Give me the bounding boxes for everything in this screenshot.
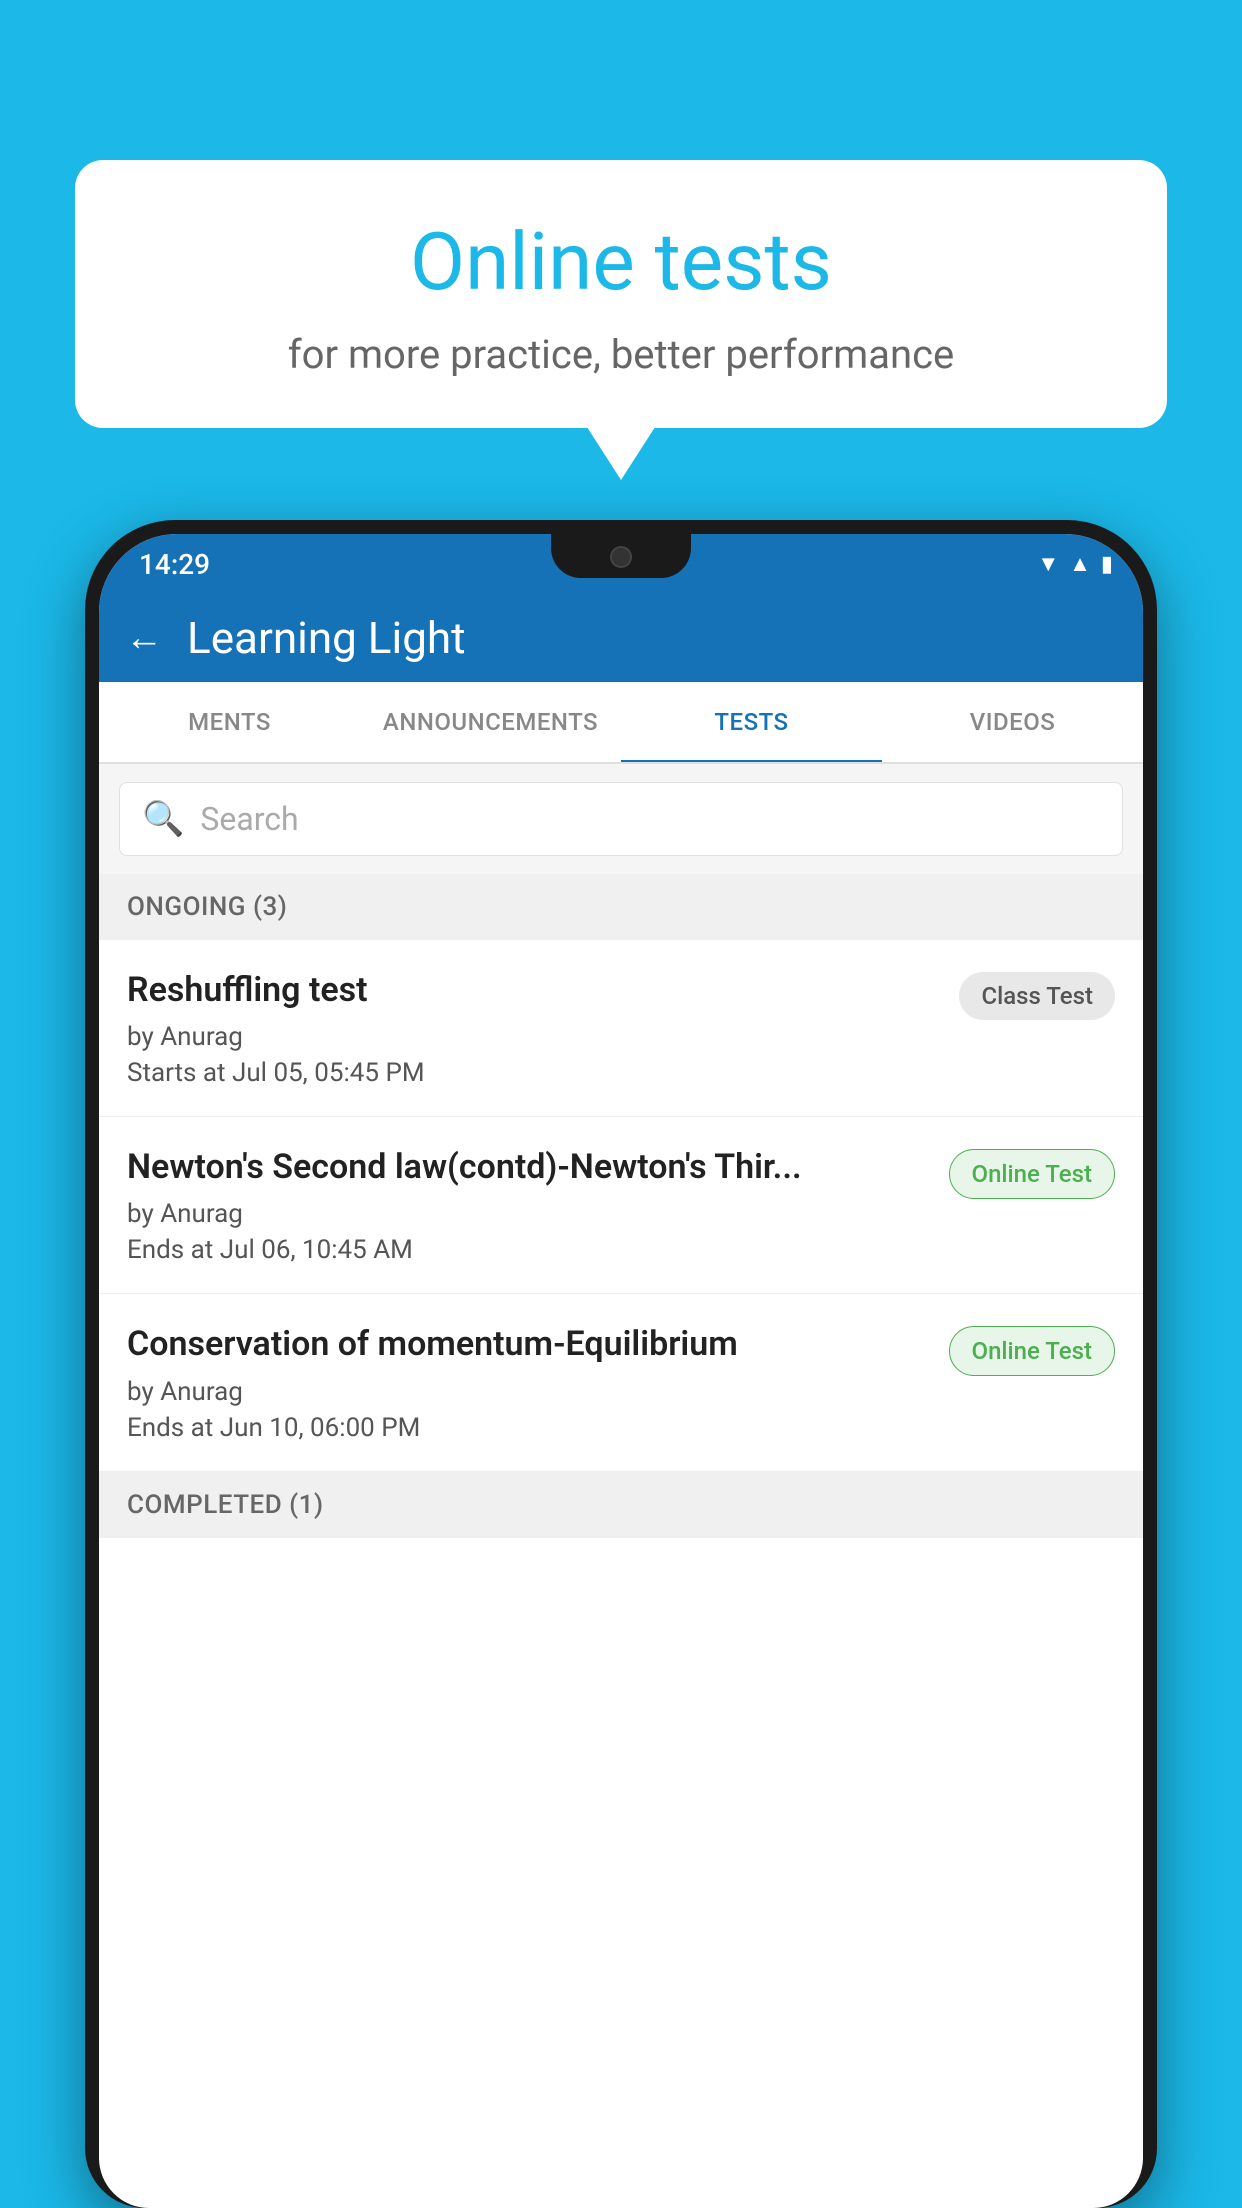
tab-ments[interactable]: MENTS xyxy=(99,682,360,762)
tab-videos[interactable]: VIDEOS xyxy=(882,682,1143,762)
tab-announcements[interactable]: ANNOUNCEMENTS xyxy=(360,682,621,762)
camera xyxy=(610,546,632,568)
test-item-1[interactable]: Reshuffling test by Anurag Starts at Jul… xyxy=(99,940,1143,1117)
test-title-3: Conservation of momentum-Equilibrium xyxy=(127,1322,929,1366)
back-button[interactable]: ← xyxy=(125,616,163,660)
test-item-3[interactable]: Conservation of momentum-Equilibrium by … xyxy=(99,1294,1143,1471)
search-bar[interactable]: 🔍 Search xyxy=(119,782,1123,856)
app-header: ← Learning Light xyxy=(99,594,1143,682)
test-author-1: by Anurag xyxy=(127,1022,939,1052)
test-item-2[interactable]: Newton's Second law(contd)-Newton's Thir… xyxy=(99,1117,1143,1294)
test-author-2: by Anurag xyxy=(127,1199,929,1229)
speech-bubble: Online tests for more practice, better p… xyxy=(75,160,1167,428)
search-container: 🔍 Search xyxy=(99,764,1143,874)
test-info-2: Newton's Second law(contd)-Newton's Thir… xyxy=(127,1145,929,1265)
test-info-3: Conservation of momentum-Equilibrium by … xyxy=(127,1322,929,1442)
badge-class-test-1: Class Test xyxy=(959,972,1115,1020)
test-title-2: Newton's Second law(contd)-Newton's Thir… xyxy=(127,1145,929,1189)
phone-frame: 14:29 ▼ ▲ ▮ ← Learning Light MENTS ANNOU… xyxy=(85,520,1157,2208)
ongoing-label: ONGOING (3) xyxy=(127,892,287,922)
phone-screen: 14:29 ▼ ▲ ▮ ← Learning Light MENTS ANNOU… xyxy=(99,534,1143,2208)
test-author-3: by Anurag xyxy=(127,1377,929,1407)
app-title: Learning Light xyxy=(187,612,466,664)
ongoing-section-header: ONGOING (3) xyxy=(99,874,1143,940)
bubble-subtitle: for more practice, better performance xyxy=(135,331,1107,378)
signal-icon: ▲ xyxy=(1069,551,1091,577)
status-time: 14:29 xyxy=(139,548,210,581)
badge-online-test-2: Online Test xyxy=(949,1149,1115,1199)
test-time-2: Ends at Jul 06, 10:45 AM xyxy=(127,1235,929,1265)
completed-section-header: COMPLETED (1) xyxy=(99,1472,1143,1538)
test-info-1: Reshuffling test by Anurag Starts at Jul… xyxy=(127,968,939,1088)
status-icons: ▼ ▲ ▮ xyxy=(1037,551,1113,577)
search-placeholder: Search xyxy=(200,800,298,838)
badge-online-test-3: Online Test xyxy=(949,1326,1115,1376)
content-area: ONGOING (3) Reshuffling test by Anurag S… xyxy=(99,874,1143,1538)
test-title-1: Reshuffling test xyxy=(127,968,939,1012)
tab-tests[interactable]: TESTS xyxy=(621,682,882,762)
tabs-container: MENTS ANNOUNCEMENTS TESTS VIDEOS xyxy=(99,682,1143,764)
test-time-1: Starts at Jul 05, 05:45 PM xyxy=(127,1058,939,1088)
battery-icon: ▮ xyxy=(1101,552,1113,577)
notch xyxy=(551,534,691,578)
test-list: Reshuffling test by Anurag Starts at Jul… xyxy=(99,940,1143,1472)
bubble-title: Online tests xyxy=(135,215,1107,309)
completed-label: COMPLETED (1) xyxy=(127,1490,324,1520)
search-icon: 🔍 xyxy=(142,799,184,839)
wifi-icon: ▼ xyxy=(1037,551,1059,577)
test-time-3: Ends at Jun 10, 06:00 PM xyxy=(127,1413,929,1443)
